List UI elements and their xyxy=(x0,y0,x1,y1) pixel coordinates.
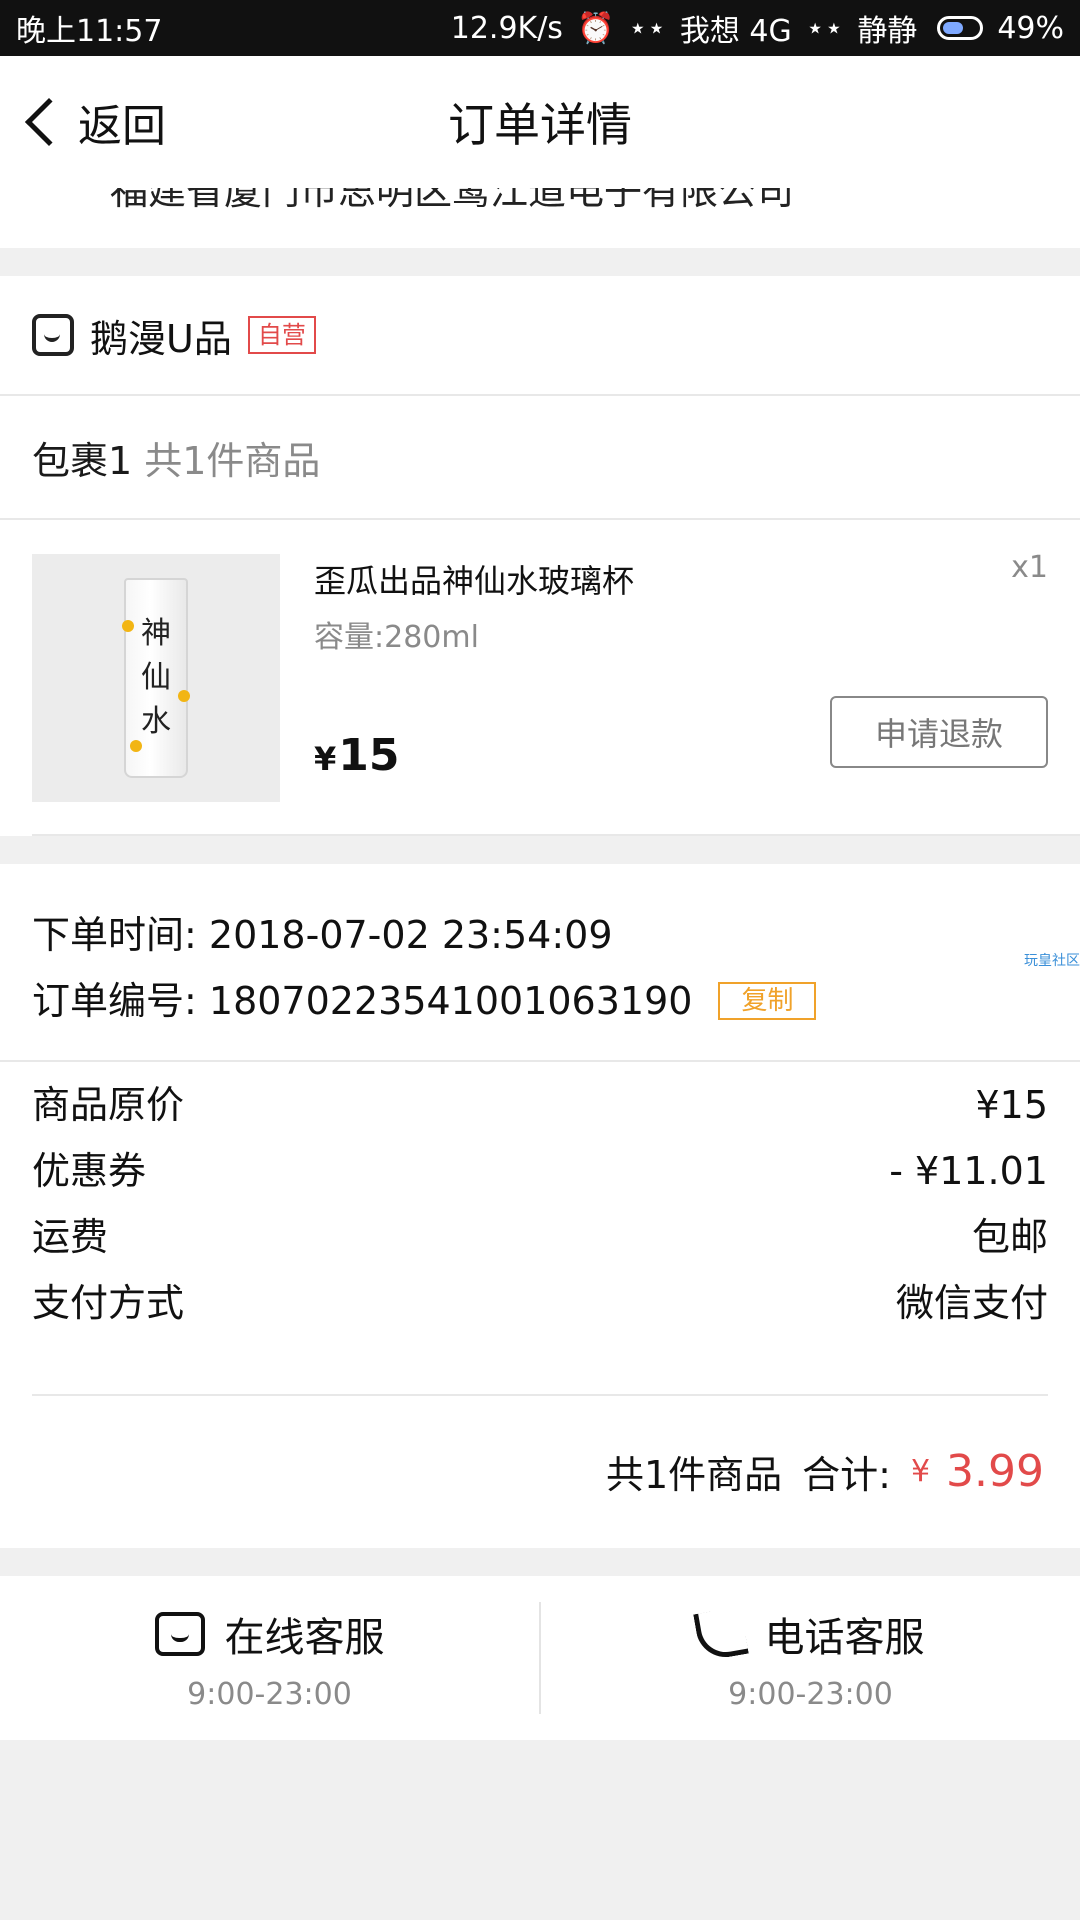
product-image[interactable]: 神 仙 水 xyxy=(32,554,280,802)
total-amount: 3.99 xyxy=(946,1445,1044,1497)
online-service-hours: 9:00-23:00 xyxy=(187,1676,352,1712)
online-service-label: 在线客服 xyxy=(224,1614,385,1661)
order-time-label: 下单时间: xyxy=(32,913,197,957)
carrier-label: 我想 4G xyxy=(679,14,792,49)
phone-service-button[interactable]: 电话客服 9:00-23:00 xyxy=(541,1576,1080,1740)
order-time-row: 下单时间: 2018-07-02 23:54:09 xyxy=(32,902,1048,968)
glass-char-2: 仙 xyxy=(141,660,171,695)
battery-percent: 49% xyxy=(997,10,1064,46)
nav-bar: 返回 订单详情 xyxy=(0,56,1080,188)
chat-icon xyxy=(154,1611,205,1656)
battery-icon xyxy=(937,16,984,40)
order-id-row: 订单编号: 18070223541001063190 复制 xyxy=(32,968,1048,1034)
status-bar: 晚上11:57 12.9K/s ⏰ ⋆⋆ 我想 4G ⋆⋆ 静静 49% xyxy=(0,0,1080,56)
online-service-button[interactable]: 在线客服 9:00-23:00 xyxy=(0,1576,539,1740)
total-count: 共1件商品 xyxy=(605,1452,783,1497)
back-label: 返回 xyxy=(78,101,166,152)
shop-card: 鹅漫U品 自营 包裹1 共1件商品 神 仙 水 歪瓜出品神仙水玻璃杯 容量:28… xyxy=(0,276,1080,836)
price-row-label: 商品原价 xyxy=(32,1083,185,1127)
price-row-value: 包邮 xyxy=(971,1215,1048,1259)
product-quantity: x1 xyxy=(1011,550,1048,585)
shop-bag-icon xyxy=(32,314,74,356)
signal-icon: ⋆⋆ xyxy=(628,10,666,46)
price-row-value: ¥15 xyxy=(975,1083,1048,1127)
order-id-value: 18070223541001063190 xyxy=(208,979,693,1023)
price-breakdown: 商品原价 ¥15 优惠券 - ¥11.01 运费 包邮 支付方式 微信支付 xyxy=(0,1062,1080,1336)
price-row-label: 优惠券 xyxy=(32,1149,147,1193)
glass-char-1: 神 xyxy=(141,616,171,651)
status-right: 12.9K/s ⏰ ⋆⋆ 我想 4G ⋆⋆ 静静 49% xyxy=(451,6,1064,50)
alarm-icon: ⏰ xyxy=(576,10,615,46)
copy-button[interactable]: 复制 xyxy=(718,982,817,1020)
order-meta: 下单时间: 2018-07-02 23:54:09 订单编号: 18070223… xyxy=(0,864,1080,1062)
signal-icon-2: ⋆⋆ xyxy=(805,10,844,46)
product-spec: 容量:280ml xyxy=(314,620,479,655)
customer-service-bar: 在线客服 9:00-23:00 电话客服 9:00-23:00 xyxy=(0,1576,1080,1740)
shop-name: 鹅漫U品 xyxy=(90,316,232,361)
phone-icon xyxy=(692,1605,749,1662)
price-row-original: 商品原价 ¥15 xyxy=(32,1072,1048,1138)
mode-label: 静静 xyxy=(857,14,918,49)
network-speed: 12.9K/s xyxy=(450,10,563,46)
price-symbol: ¥ xyxy=(314,740,337,778)
price-row-coupon: 优惠券 - ¥11.01 xyxy=(32,1138,1048,1204)
price-value: 15 xyxy=(338,730,400,781)
back-button[interactable]: 返回 xyxy=(22,56,166,188)
price-row-value: - ¥11.01 xyxy=(889,1149,1048,1193)
price-row-value: 微信支付 xyxy=(895,1281,1048,1325)
phone-service-label: 电话客服 xyxy=(764,1614,925,1661)
price-row-label: 支付方式 xyxy=(32,1281,185,1325)
chevron-left-icon xyxy=(24,97,74,147)
page-title: 订单详情 xyxy=(448,98,632,152)
glass-illustration: 神 仙 水 xyxy=(122,578,190,778)
package-count: 共1件商品 xyxy=(144,438,321,483)
phone-service-hours: 9:00-23:00 xyxy=(728,1676,893,1712)
shop-header[interactable]: 鹅漫U品 自营 xyxy=(0,276,1080,396)
total-symbol: ¥ xyxy=(910,1453,931,1489)
self-operated-badge: 自营 xyxy=(247,316,316,354)
order-info-card: 下单时间: 2018-07-02 23:54:09 订单编号: 18070223… xyxy=(0,864,1080,1548)
price-row-label: 运费 xyxy=(32,1215,109,1259)
refund-button[interactable]: 申请退款 xyxy=(830,696,1048,768)
order-item[interactable]: 神 仙 水 歪瓜出品神仙水玻璃杯 容量:280ml x1 ¥15 申请退款 xyxy=(32,520,1080,836)
price-row-payment: 支付方式 微信支付 xyxy=(32,1270,1048,1336)
address-text: 福建省厦门市思明区鹭江道电子有限公司 xyxy=(110,188,795,213)
package-row: 包裹1 共1件商品 xyxy=(0,396,1080,520)
order-time-value: 2018-07-02 23:54:09 xyxy=(208,913,613,957)
package-label: 包裹1 xyxy=(32,438,133,483)
address-section: 福建省厦门市思明区鹭江道电子有限公司 xyxy=(0,188,1080,248)
status-time: 晚上11:57 xyxy=(16,14,163,49)
watermark: 玩皇社区 xyxy=(1024,953,1080,969)
total-row: 共1件商品 合计: ¥ 3.99 xyxy=(0,1396,1080,1546)
order-id-label: 订单编号: xyxy=(32,979,197,1023)
total-label: 合计: xyxy=(802,1452,891,1497)
product-title: 歪瓜出品神仙水玻璃杯 xyxy=(314,562,635,600)
product-price: ¥15 xyxy=(314,730,400,781)
glass-char-3: 水 xyxy=(141,704,171,739)
price-row-shipping: 运费 包邮 xyxy=(32,1204,1048,1270)
